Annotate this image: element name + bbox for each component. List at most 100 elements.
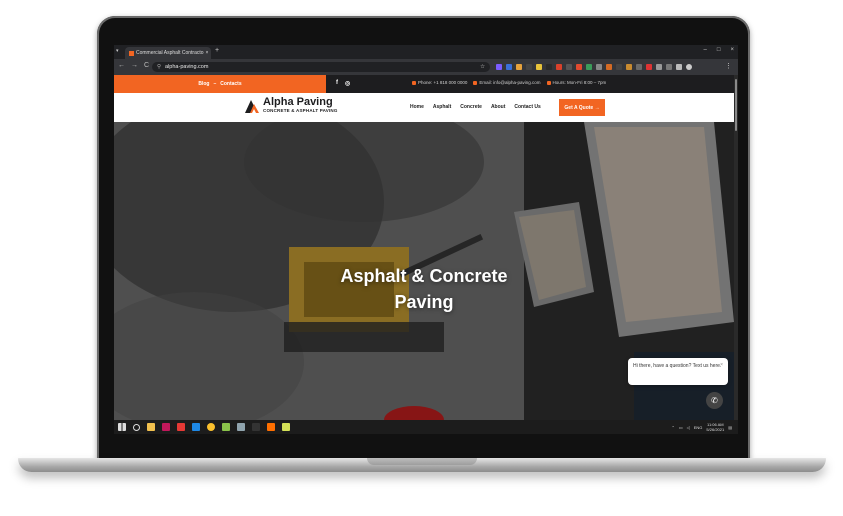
browser-menu-icon[interactable]: ⋮ — [725, 62, 732, 70]
tab-title: Commercial Asphalt Contracto — [136, 50, 204, 56]
volume-icon[interactable]: ◁ — [687, 425, 690, 430]
language-indicator[interactable]: ENG — [694, 425, 703, 430]
vscode-icon[interactable] — [192, 423, 200, 431]
phone-text[interactable]: Phone: +1 818 000 0000 — [418, 80, 467, 85]
page-scrollbar[interactable] — [734, 75, 738, 420]
window-controls: – □ × — [704, 47, 734, 53]
extension-icon[interactable] — [546, 64, 552, 70]
tray-up-icon[interactable]: ⌃ — [672, 425, 675, 430]
app-icon[interactable] — [177, 423, 185, 431]
main-nav: Home Asphalt Concrete About Contact Us — [410, 104, 541, 110]
app-icon[interactable] — [252, 423, 260, 431]
logo-tagline: CONCRETE & ASPHALT PAVING — [263, 108, 338, 113]
new-tab-button[interactable]: + — [215, 47, 219, 54]
nav-about[interactable]: About — [491, 104, 505, 110]
clock[interactable]: 11:06 AM 5/26/2021 — [706, 422, 724, 432]
nav-asphalt[interactable]: Asphalt — [433, 104, 451, 110]
close-window-button[interactable]: × — [730, 47, 734, 53]
app-icon[interactable] — [237, 423, 245, 431]
forward-button[interactable]: → — [131, 62, 138, 69]
extension-icon[interactable] — [676, 64, 682, 70]
site-logo[interactable]: Alpha Paving CONCRETE & ASPHALT PAVING — [244, 97, 338, 114]
instagram-icon[interactable]: ◎ — [345, 80, 350, 87]
extension-icon[interactable] — [656, 64, 662, 70]
back-button[interactable]: ← — [118, 62, 125, 69]
email-text[interactable]: Email: info@alpha-paving.com — [479, 80, 540, 85]
hours-text: Hours: Mon-Fri 8:00 – 7pm — [552, 80, 607, 85]
extension-icon[interactable] — [616, 64, 622, 70]
extension-icons — [496, 64, 692, 70]
laptop-notch — [367, 458, 477, 465]
start-icon[interactable] — [118, 423, 126, 431]
browser-tabstrip: ▾ Commercial Asphalt Contracto × + – □ × — [114, 45, 738, 59]
extension-icon[interactable] — [536, 64, 542, 70]
blog-link[interactable]: Blog — [198, 81, 209, 87]
favicon-icon — [129, 50, 134, 56]
nav-concrete[interactable]: Concrete — [460, 104, 482, 110]
reload-button[interactable]: C — [144, 62, 149, 69]
extension-icon[interactable] — [566, 64, 572, 70]
chat-message: Hi there, have a question? Text us here. — [633, 363, 722, 369]
get-a-quote-button[interactable]: Get A Quote → — [559, 99, 605, 116]
chat-bubble[interactable]: Hi there, have a question? Text us here.… — [628, 358, 728, 385]
browser-toolbar: ← → C ⚲ alpha-paving.com ☆ ⋮ — [114, 59, 738, 75]
network-icon[interactable]: ▭ — [679, 425, 683, 430]
extension-icon[interactable] — [606, 64, 612, 70]
extension-icon[interactable] — [666, 64, 672, 70]
email-icon — [473, 80, 478, 85]
nav-contact-us[interactable]: Contact Us — [514, 104, 540, 110]
facebook-icon[interactable]: f — [336, 80, 338, 87]
app-icon[interactable] — [162, 423, 170, 431]
profile-avatar[interactable] — [686, 64, 692, 70]
chat-close-icon[interactable]: × — [720, 361, 723, 369]
contacts-link[interactable]: Contacts — [220, 81, 241, 87]
extension-icon[interactable] — [586, 64, 592, 70]
minimize-button[interactable]: – — [704, 47, 707, 53]
extension-icon[interactable] — [646, 64, 652, 70]
hero-section: Asphalt & Concrete Paving Hi there, have… — [114, 122, 738, 420]
clock-date: 5/26/2021 — [706, 427, 725, 432]
address-bar[interactable]: ⚲ alpha-paving.com ☆ — [152, 62, 490, 72]
nav-buttons: ← → C — [118, 62, 149, 69]
file-explorer-icon[interactable] — [147, 423, 155, 431]
extension-icon[interactable] — [636, 64, 642, 70]
tab-close-icon[interactable]: × — [206, 50, 211, 56]
maximize-button[interactable]: □ — [717, 47, 721, 53]
extension-icon[interactable] — [626, 64, 632, 70]
site-topbar: Blog – Contacts f ◎ Phone: +1 818 000 00… — [114, 75, 738, 93]
extension-icon[interactable] — [496, 64, 502, 70]
extension-icon[interactable] — [596, 64, 602, 70]
app-icon[interactable] — [222, 423, 230, 431]
illustrator-icon[interactable] — [267, 423, 275, 431]
phone-icon — [412, 80, 416, 85]
extension-icon[interactable] — [526, 64, 532, 70]
topbar-separator: – — [213, 81, 217, 87]
extension-icon[interactable] — [506, 64, 512, 70]
notifications-icon[interactable]: ▤ — [728, 425, 732, 430]
windows-taskbar: ⌃ ▭ ◁ ENG 11:06 AM 5/26/2021 ▤ — [114, 420, 738, 434]
nav-home[interactable]: Home — [410, 104, 424, 110]
contact-info: Phone: +1 818 000 0000 Email: info@alpha… — [412, 80, 606, 85]
scrollbar-thumb[interactable] — [735, 79, 737, 131]
website: Blog – Contacts f ◎ Phone: +1 818 000 00… — [114, 75, 738, 420]
search-icon[interactable] — [133, 423, 140, 431]
tab-search-icon[interactable]: ▾ — [116, 48, 119, 54]
logo-name: Alpha Paving — [263, 96, 333, 108]
system-tray: ⌃ ▭ ◁ ENG 11:06 AM 5/26/2021 ▤ — [672, 422, 732, 432]
url-text: alpha-paving.com — [165, 64, 209, 70]
logo-mark-icon — [245, 99, 259, 113]
extension-icon[interactable] — [556, 64, 562, 70]
app-icon[interactable] — [282, 423, 290, 431]
hero-title-line1: Asphalt & Concrete — [340, 266, 508, 286]
extension-icon[interactable] — [576, 64, 582, 70]
site-info-icon[interactable]: ⚲ — [157, 64, 161, 70]
browser-tab[interactable]: Commercial Asphalt Contracto × — [125, 47, 211, 59]
hero-title-line2: Paving — [394, 292, 454, 312]
chrome-icon[interactable] — [207, 423, 215, 431]
topbar-links: Blog – Contacts — [114, 75, 326, 93]
hero-title: Asphalt & Concrete Paving — [314, 263, 534, 315]
bookmark-star-icon[interactable]: ☆ — [480, 64, 490, 70]
extension-icon[interactable] — [516, 64, 522, 70]
chat-icon[interactable]: ✆ — [706, 392, 723, 409]
clock-icon — [546, 80, 551, 85]
